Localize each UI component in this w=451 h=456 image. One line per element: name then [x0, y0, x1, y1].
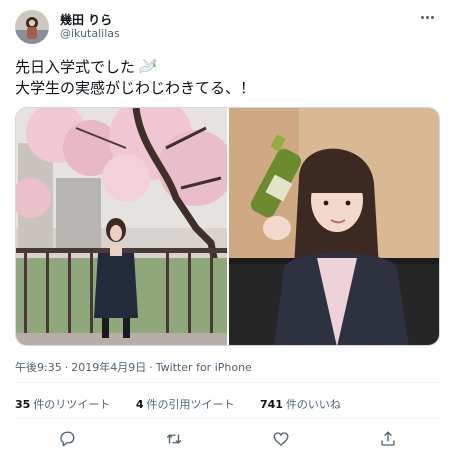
- dove-icon: [139, 58, 157, 74]
- tweet-card: 幾田 りら @ikutalilas 先日入学式でした 大学生の実感がじわじわきて…: [0, 0, 451, 456]
- tweet-stats: 35 件のリツイート 4 件の引用ツイート 741 件のいいね: [15, 396, 363, 412]
- avatar[interactable]: [15, 10, 49, 44]
- likes-stat[interactable]: 741 件のいいね: [260, 396, 341, 412]
- like-icon[interactable]: [272, 430, 290, 448]
- tweet-line-1-text: 先日入学式でした: [15, 58, 136, 76]
- user-handle[interactable]: @ikutalilas: [60, 27, 120, 40]
- avatar-image: [15, 10, 49, 44]
- tweet-source[interactable]: Twitter for iPhone: [156, 361, 252, 374]
- likes-label: 件のいいね: [285, 398, 341, 411]
- retweets-stat[interactable]: 35 件のリツイート: [15, 396, 110, 412]
- divider-bottom: [15, 418, 440, 419]
- reply-icon[interactable]: [58, 430, 76, 448]
- tweet-line-1: 先日入学式でした: [15, 57, 435, 78]
- retweets-count: 35: [15, 398, 31, 411]
- meta-separator: ·: [64, 361, 69, 374]
- media-grid[interactable]: [15, 107, 440, 346]
- tweet-time[interactable]: 午後9:35: [15, 361, 62, 374]
- quotes-stat[interactable]: 4 件の引用ツイート: [136, 396, 235, 412]
- retweets-label: 件のリツイート: [33, 398, 111, 411]
- quotes-count: 4: [135, 398, 144, 411]
- action-bar: [15, 430, 440, 450]
- meta-separator-2: ·: [149, 361, 153, 374]
- retweet-icon[interactable]: [165, 430, 183, 448]
- photo-green-tea[interactable]: [229, 108, 439, 345]
- tweet-line-2: 大学生の実感がじわじわきてる、！: [15, 79, 256, 97]
- tweet-header: 幾田 りら @ikutalilas: [15, 10, 440, 46]
- quotes-label: 件の引用ツイート: [146, 398, 235, 411]
- tweet-text: 先日入学式でした 大学生の実感がじわじわきてる、！: [15, 57, 435, 99]
- more-options-icon[interactable]: [416, 10, 438, 24]
- tweet-meta: 午後9:35 · 2019年4月9日 · Twitter for iPhone: [15, 359, 252, 375]
- photo-cherry-blossom[interactable]: [16, 108, 227, 345]
- display-name[interactable]: 幾田 りら: [60, 11, 112, 28]
- likes-count: 741: [259, 398, 283, 411]
- share-icon[interactable]: [379, 430, 397, 448]
- tweet-date[interactable]: 2019年4月9日: [71, 361, 146, 374]
- divider-top: [15, 382, 440, 383]
